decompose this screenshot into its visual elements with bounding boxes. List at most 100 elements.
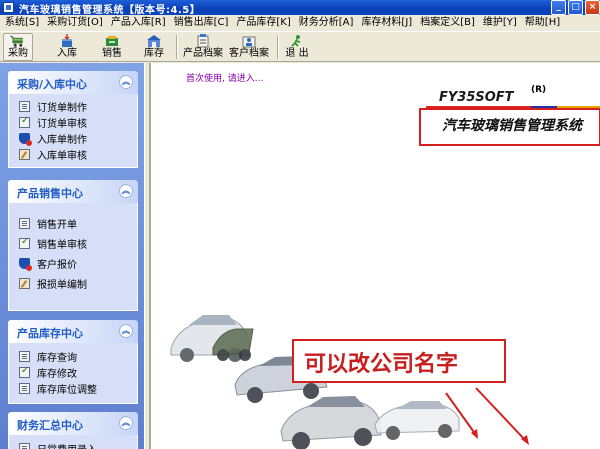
warehouse-icon — [147, 35, 161, 47]
menu-purchase-order[interactable]: 采购订货[O] — [44, 15, 106, 31]
menu-system[interactable]: 系统[S] — [2, 15, 42, 31]
document-icon — [19, 382, 30, 394]
sidebar-item-label: 订货单制作 — [37, 102, 87, 114]
shield-icon — [19, 257, 32, 271]
app-icon — [3, 2, 14, 13]
toolbar-customer-archive-button[interactable]: 客户档案 — [226, 33, 272, 61]
toolbar-label: 销售 — [102, 48, 122, 59]
toolbar-label: 入库 — [57, 48, 77, 59]
menu-archive[interactable]: 档案定义[B] — [417, 15, 478, 31]
panel-body: 销售开单 销售单审核 客户报价 报损单编制 — [8, 203, 138, 311]
cart-icon — [10, 35, 23, 47]
chevron-up-icon[interactable]: ︽ — [119, 75, 133, 89]
sidebar-item-label: 销售单审核 — [37, 239, 87, 251]
panel-purchase-instock: 采购/入库中心 ︽ 订货单制作 订货单审核 入库单制作 入库单审核 — [8, 71, 138, 168]
edit-icon — [19, 277, 30, 289]
chevron-up-icon[interactable]: ︽ — [119, 416, 133, 430]
product-archive-icon — [197, 34, 209, 48]
document-icon — [19, 350, 30, 362]
sale-icon — [106, 36, 118, 46]
menu-stock-material[interactable]: 库存材料[J] — [358, 15, 415, 31]
toolbar: 采购 入库 销售 库存 产品档案 客户档案 退 出 — [0, 31, 600, 62]
menu-maintain[interactable]: 维护[Y] — [480, 15, 520, 31]
sidebar-item-stock-location[interactable]: 库存库位调整 — [9, 380, 137, 396]
sidebar-item-order-review[interactable]: 订货单审核 — [9, 114, 137, 130]
sidebar-item-label: 库存修改 — [37, 368, 77, 380]
menu-finance[interactable]: 财务分析[A] — [296, 15, 357, 31]
sidebar-item-daily-expense[interactable]: 日常费用录入 — [9, 440, 137, 449]
sidebar-item-instock-create[interactable]: 入库单制作 — [9, 130, 137, 146]
toolbar-sale-button[interactable]: 销售 — [97, 33, 127, 61]
panel-sales: 产品销售中心 ︽ 销售开单 销售单审核 客户报价 报损单编制 — [8, 180, 138, 311]
sidebar-item-label: 日常费用录入 — [37, 441, 97, 449]
panel-body: 库存查询 库存修改 库存库位调整 — [8, 343, 138, 404]
exit-icon — [291, 35, 301, 47]
sidebar-item-stock-query[interactable]: 库存查询 — [9, 348, 137, 364]
toolbar-exit-button[interactable]: 退 出 — [282, 33, 312, 61]
toolbar-product-archive-button[interactable]: 产品档案 — [180, 33, 226, 61]
check-document-icon — [19, 115, 30, 128]
toolbar-label: 退 出 — [285, 48, 309, 59]
toolbar-stock-button[interactable]: 库存 — [139, 33, 169, 61]
menu-sales-out[interactable]: 销售出库[C] — [171, 15, 232, 31]
sidebar-item-label: 库存查询 — [37, 352, 77, 364]
panel-title: 产品库存中心 — [17, 327, 83, 340]
sidebar-item-label: 入库单制作 — [37, 134, 87, 146]
panel-body: 订货单制作 订货单审核 入库单制作 入库单审核 — [8, 94, 138, 168]
document-icon — [19, 100, 30, 112]
toolbar-label: 客户档案 — [229, 48, 269, 59]
minimize-button[interactable]: _ — [551, 0, 566, 15]
panel-title: 财务汇总中心 — [17, 419, 83, 432]
sidebar: 采购/入库中心 ︽ 订货单制作 订货单审核 入库单制作 入库单审核 产品销售中心… — [0, 63, 144, 449]
toolbar-instock-button[interactable]: 入库 — [52, 33, 82, 61]
edit-icon — [19, 148, 30, 160]
panel-body: 日常费用录入 — [8, 435, 138, 449]
sidebar-item-label: 订货单审核 — [37, 118, 87, 130]
panel-title: 产品销售中心 — [17, 187, 83, 200]
toolbar-label: 产品档案 — [183, 48, 223, 59]
sidebar-item-customer-quote[interactable]: 客户报价 — [9, 253, 137, 273]
first-use-hint[interactable]: 首次使用, 请进入... — [186, 71, 263, 84]
sidebar-item-label: 报损单编制 — [37, 279, 87, 291]
toolbar-separator — [176, 35, 177, 59]
sidebar-item-label: 入库单审核 — [37, 150, 87, 162]
sidebar-item-label: 库存库位调整 — [37, 384, 97, 396]
panel-finance: 财务汇总中心 ︽ 日常费用录入 — [8, 412, 138, 449]
sidebar-item-label: 客户报价 — [37, 259, 77, 271]
window-controls: _ □ × — [549, 0, 600, 15]
window-title: 汽车玻璃销售管理系统【版本号:4.5】 — [19, 5, 201, 16]
sidebar-item-label: 销售开单 — [37, 219, 77, 231]
sidebar-item-instock-review[interactable]: 入库单审核 — [9, 146, 137, 162]
chevron-up-icon[interactable]: ︽ — [119, 184, 133, 198]
annotation-text: 可以改公司名字 — [304, 352, 459, 377]
panel-header[interactable]: 采购/入库中心 ︽ — [8, 71, 138, 94]
check-document-icon — [19, 236, 30, 249]
check-document-icon — [19, 365, 30, 378]
title-bar[interactable]: 汽车玻璃销售管理系统【版本号:4.5】 _ □ × — [0, 0, 600, 16]
customer-archive-icon — [242, 36, 256, 48]
sidebar-item-loss-report[interactable]: 报损单编制 — [9, 273, 137, 293]
main-area: 首次使用, 请进入... FY35SOFT (R) 汽车玻璃销售管理系统 可以改… — [150, 63, 600, 449]
toolbar-purchase-button[interactable]: 采购 — [3, 33, 33, 61]
sidebar-item-stock-edit[interactable]: 库存修改 — [9, 364, 137, 380]
menu-product-in[interactable]: 产品入库[R] — [108, 15, 169, 31]
product-name: 汽车玻璃销售管理系统 — [442, 118, 582, 134]
sidebar-item-sales-review[interactable]: 销售单审核 — [9, 233, 137, 253]
panel-header[interactable]: 产品销售中心 ︽ — [8, 180, 138, 203]
toolbar-separator — [277, 35, 278, 59]
chevron-up-icon[interactable]: ︽ — [119, 324, 133, 338]
toolbar-label: 采购 — [8, 48, 28, 59]
document-icon — [19, 442, 30, 449]
toolbar-label: 库存 — [144, 48, 164, 59]
panel-header[interactable]: 产品库存中心 ︽ — [8, 320, 138, 343]
brand-name: FY35SOFT — [439, 90, 514, 105]
panel-title: 采购/入库中心 — [17, 78, 88, 91]
maximize-button[interactable]: □ — [568, 0, 583, 15]
close-button[interactable]: × — [585, 0, 600, 15]
panel-header[interactable]: 财务汇总中心 ︽ — [8, 412, 138, 435]
box-in-icon — [62, 34, 72, 47]
menu-product-stock[interactable]: 产品库存[K] — [233, 15, 293, 31]
menu-help[interactable]: 帮助[H] — [522, 15, 563, 31]
sidebar-item-order-create[interactable]: 订货单制作 — [9, 98, 137, 114]
sidebar-item-sales-create[interactable]: 销售开单 — [9, 213, 137, 233]
